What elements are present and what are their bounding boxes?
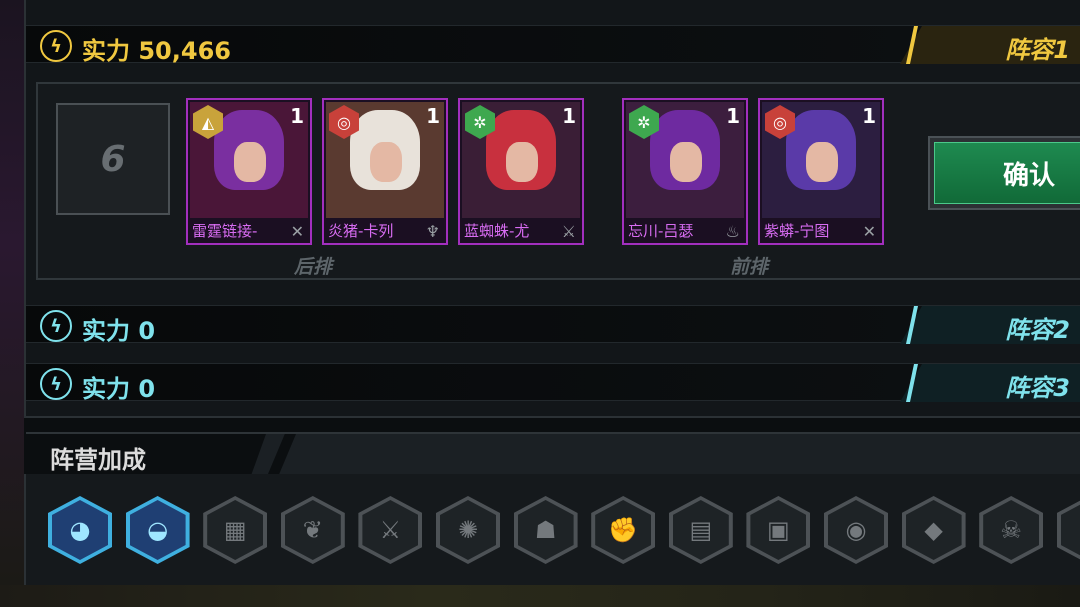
faction-bonus-title: 阵营加成 [50, 446, 146, 474]
faction-bonus-tab: 阵营加成 [26, 434, 266, 474]
hero-card[interactable]: ◭ 1 雷霆链接- ✕ [186, 98, 312, 245]
hero-name: 紫蟒-宁图 [764, 222, 830, 240]
lineup-1-bar[interactable]: ϟ 实力 50,466 阵容1 [26, 25, 1080, 65]
hero-name: 炎猪-卡列 [328, 222, 394, 240]
hero-face [370, 142, 402, 182]
lineup-3-tab-label: 阵容3 [1005, 374, 1070, 402]
support-icon: ♆ [425, 222, 440, 241]
crossed-swords-icon: ✕ [290, 222, 304, 241]
background-bottom-edge [0, 585, 1080, 607]
faction-bonus-header: 阵营加成 [26, 432, 1080, 474]
confirm-label: 确认 [934, 142, 1080, 204]
faction-icon-glyph: ✊ [595, 500, 652, 560]
confirm-button[interactable]: 确认 [928, 136, 1080, 210]
hero-name: 忘川-吕瑟 [628, 222, 694, 240]
lineup-1-tab-label: 阵容1 [1005, 36, 1070, 64]
lineup-3-bar[interactable]: ϟ 实力 0 阵容3 [26, 363, 1080, 403]
front-row-label: 前排 [730, 256, 769, 278]
hero-face [806, 142, 838, 182]
hero-face [506, 142, 538, 182]
hero-card[interactable]: ✲ 1 蓝蜘蛛-尤 ⚔ [458, 98, 584, 245]
back-row-label: 后排 [294, 256, 333, 278]
faction-icon-glyph: ◉ [828, 500, 884, 560]
hero-name: 蓝蜘蛛-尤 [464, 222, 530, 240]
hero-name: 雷霆链接- [192, 222, 258, 240]
faction-icon-glyph: ◕ [52, 500, 108, 560]
crossed-swords-icon: ✕ [862, 222, 876, 241]
lineup-3-tab[interactable]: 阵容3 [900, 364, 1080, 402]
faction-icon-glyph: ◆ [905, 500, 962, 560]
lineup-1-power: 实力 50,466 [82, 37, 231, 65]
faction-icon-glyph: ☗ [517, 500, 574, 560]
hero-level: 1 [726, 104, 740, 128]
faction-tab-slash [268, 434, 296, 474]
lineup-2-tab-label: 阵容2 [1005, 316, 1070, 344]
lineup-2-bar[interactable]: ϟ 实力 0 阵容2 [26, 305, 1080, 345]
faction-icon-glyph: ✺ [440, 500, 496, 560]
lineup-2-tab[interactable]: 阵容2 [900, 306, 1080, 344]
hero-level: 1 [562, 104, 576, 128]
hero-face [234, 142, 266, 182]
faction-icon-glyph: ▣ [750, 500, 807, 560]
lineup-1-tab[interactable]: 阵容1 [900, 26, 1080, 64]
hero-card[interactable]: ◎ 1 炎猪-卡列 ♆ [322, 98, 448, 245]
faction-icon-glyph: ☠ [983, 500, 1040, 560]
hero-card[interactable]: ◎ 1 紫蟒-宁图 ✕ [758, 98, 884, 245]
lineup-2-power: 实力 0 [82, 317, 156, 345]
power-icon: ϟ [40, 30, 72, 62]
slot-count: 6 [56, 103, 170, 215]
power-icon: ϟ [40, 310, 72, 342]
hero-face [670, 142, 702, 182]
lineup-3-power: 实力 0 [82, 375, 156, 403]
power-icon: ϟ [40, 368, 72, 400]
hero-level: 1 [862, 104, 876, 128]
hero-level: 1 [426, 104, 440, 128]
faction-icon-glyph: ▦ [207, 500, 264, 560]
hero-card[interactable]: ✲ 1 忘川-吕瑟 ♨ [622, 98, 748, 245]
faction-icon-glyph: ◒ [129, 500, 186, 560]
faction-icon-glyph: ▤ [672, 500, 729, 560]
faction-icon-glyph: ⚔ [362, 500, 419, 560]
faction-icon-glyph: ❦ [284, 500, 341, 560]
hero-level: 1 [290, 104, 304, 128]
fire-icon: ♨ [725, 222, 740, 241]
claw-icon: ⚔ [561, 222, 576, 241]
background-left-edge [0, 0, 24, 607]
